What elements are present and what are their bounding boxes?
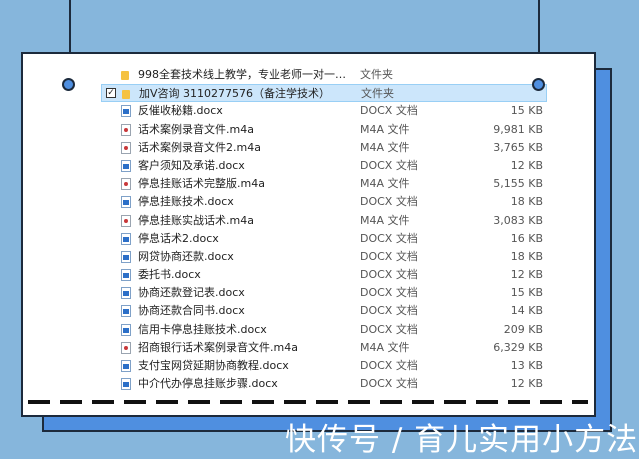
file-size: 15 KB bbox=[510, 104, 543, 118]
file-type: M4A 文件 bbox=[360, 213, 410, 227]
file-name: 话术案例录音文件2.m4a bbox=[138, 140, 261, 154]
file-row[interactable]: 中介代办停息挂账步骤.docx DOCX 文档 12 KB bbox=[101, 375, 547, 393]
file-row[interactable]: 信用卡停息挂账技术.docx DOCX 文档 209 KB bbox=[101, 321, 547, 339]
docx-icon bbox=[121, 250, 131, 263]
audio-icon bbox=[121, 214, 131, 227]
file-row[interactable]: 反催收秘籍.docx DOCX 文档 15 KB bbox=[101, 102, 547, 120]
file-row[interactable]: 委托书.docx DOCX 文档 12 KB bbox=[101, 266, 547, 284]
file-type: 文件夹 bbox=[361, 87, 394, 101]
file-type: DOCX 文档 bbox=[360, 231, 418, 245]
folder-icon bbox=[121, 71, 129, 80]
file-size: 15 KB bbox=[510, 286, 543, 300]
file-size: 14 KB bbox=[510, 304, 543, 318]
file-type: M4A 文件 bbox=[360, 340, 410, 354]
file-type: DOCX 文档 bbox=[360, 377, 418, 391]
file-type: DOCX 文档 bbox=[360, 322, 418, 336]
docx-icon bbox=[121, 287, 131, 300]
file-size: 12 KB bbox=[510, 377, 543, 391]
file-size: 16 KB bbox=[510, 231, 543, 245]
file-name: 信用卡停息挂账技术.docx bbox=[138, 322, 267, 336]
row-checkbox[interactable]: ✓ bbox=[106, 88, 116, 99]
file-name: 招商银行话术案例录音文件.m4a bbox=[138, 340, 298, 354]
file-type: M4A 文件 bbox=[360, 177, 410, 191]
audio-icon bbox=[121, 141, 131, 154]
file-size: 9,981 KB bbox=[493, 122, 543, 136]
file-name: 停息话术2.docx bbox=[138, 231, 219, 245]
file-type: DOCX 文档 bbox=[360, 249, 418, 263]
file-row[interactable]: 网贷协商还款.docx DOCX 文档 18 KB bbox=[101, 248, 547, 266]
docx-icon bbox=[121, 305, 131, 318]
docx-icon bbox=[121, 378, 131, 391]
file-name: 话术案例录音文件.m4a bbox=[138, 122, 254, 136]
file-type: DOCX 文档 bbox=[360, 359, 418, 372]
audio-icon bbox=[121, 341, 131, 354]
pin-dot-right bbox=[532, 78, 545, 91]
file-type: M4A 文件 bbox=[360, 122, 410, 136]
file-row[interactable]: 998全套技术线上教学，专业老师一对一指... 文件夹 bbox=[101, 66, 547, 84]
file-name: 中介代办停息挂账步骤.docx bbox=[138, 377, 278, 391]
file-type: M4A 文件 bbox=[360, 140, 410, 154]
file-name: 停息挂账话术完整版.m4a bbox=[138, 177, 265, 191]
file-row[interactable]: 协商还款合同书.docx DOCX 文档 14 KB bbox=[101, 302, 547, 320]
file-list-card: 998全套技术线上教学，专业老师一对一指... 文件夹 ✓ 加V咨询 31102775… bbox=[21, 52, 596, 417]
file-row[interactable]: 协商还款登记表.docx DOCX 文档 15 KB bbox=[101, 284, 547, 302]
docx-icon bbox=[121, 159, 131, 172]
file-size: 5,155 KB bbox=[493, 177, 543, 191]
file-name: 委托书.docx bbox=[138, 268, 201, 282]
docx-icon bbox=[121, 105, 131, 118]
file-size: 6,329 KB bbox=[493, 340, 543, 354]
file-size: 13 KB bbox=[510, 359, 543, 372]
file-size: 12 KB bbox=[510, 158, 543, 172]
file-name: 支付宝网贷延期协商教程.docx bbox=[138, 359, 289, 372]
file-type: DOCX 文档 bbox=[360, 104, 418, 118]
file-row[interactable]: 话术案例录音文件2.m4a M4A 文件 3,765 KB bbox=[101, 139, 547, 157]
file-row[interactable]: 停息挂账话术完整版.m4a M4A 文件 5,155 KB bbox=[101, 175, 547, 193]
file-name: 协商还款登记表.docx bbox=[138, 286, 245, 300]
file-size: 18 KB bbox=[510, 249, 543, 263]
file-name: 网贷协商还款.docx bbox=[138, 249, 234, 263]
file-name: 停息挂账技术.docx bbox=[138, 195, 234, 209]
file-row[interactable]: 话术案例录音文件.m4a M4A 文件 9,981 KB bbox=[101, 121, 547, 139]
file-name: 客户须知及承诺.docx bbox=[138, 158, 245, 172]
docx-icon bbox=[121, 323, 131, 336]
file-row[interactable]: 停息挂账技术.docx DOCX 文档 18 KB bbox=[101, 193, 547, 211]
audio-icon bbox=[121, 123, 131, 136]
pin-dot-left bbox=[62, 78, 75, 91]
file-size: 12 KB bbox=[510, 268, 543, 282]
file-row[interactable]: 停息挂账实战话术.m4a M4A 文件 3,083 KB bbox=[101, 212, 547, 230]
dashed-divider bbox=[28, 400, 588, 404]
file-type: 文件夹 bbox=[360, 68, 393, 81]
file-row[interactable]: ✓ 加V咨询 3110277576（备注学技术） 文件夹 bbox=[101, 84, 547, 103]
file-row[interactable]: 招商银行话术案例录音文件.m4a M4A 文件 6,329 KB bbox=[101, 339, 547, 357]
file-name: 反催收秘籍.docx bbox=[138, 104, 223, 118]
file-row[interactable]: 支付宝网贷延期协商教程.docx DOCX 文档 13 KB bbox=[101, 357, 547, 375]
file-size: 209 KB bbox=[503, 322, 543, 336]
file-size: 3,765 KB bbox=[493, 140, 543, 154]
file-row[interactable]: 停息话术2.docx DOCX 文档 16 KB bbox=[101, 230, 547, 248]
file-size: 3,083 KB bbox=[493, 213, 543, 227]
file-name: 998全套技术线上教学，专业老师一对一指... bbox=[138, 68, 354, 81]
docx-icon bbox=[121, 196, 131, 209]
file-name: 停息挂账实战话术.m4a bbox=[138, 213, 254, 227]
file-size: 18 KB bbox=[510, 195, 543, 209]
docx-icon bbox=[121, 232, 131, 245]
folder-icon bbox=[122, 90, 130, 100]
file-name: 协商还款合同书.docx bbox=[138, 304, 245, 318]
watermark-caption: 快传号 / 育儿实用小方法 bbox=[285, 422, 639, 458]
file-type: DOCX 文档 bbox=[360, 268, 418, 282]
file-type: DOCX 文档 bbox=[360, 195, 418, 209]
file-list: 998全套技术线上教学，专业老师一对一指... 文件夹 ✓ 加V咨询 31102775… bbox=[101, 66, 547, 393]
docx-icon bbox=[121, 360, 131, 372]
audio-icon bbox=[121, 178, 131, 191]
file-type: DOCX 文档 bbox=[360, 304, 418, 318]
file-type: DOCX 文档 bbox=[360, 158, 418, 172]
file-name: 加V咨询 3110277576（备注学技术） bbox=[139, 87, 331, 101]
file-row[interactable]: 客户须知及承诺.docx DOCX 文档 12 KB bbox=[101, 157, 547, 175]
file-type: DOCX 文档 bbox=[360, 286, 418, 300]
docx-icon bbox=[121, 269, 131, 282]
